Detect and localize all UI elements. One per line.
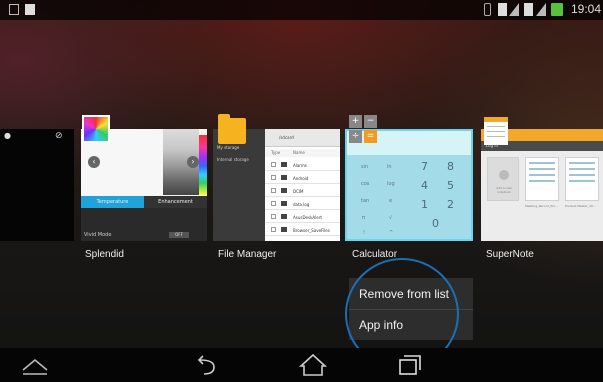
- file-manager-sidebar: My storage Internal storage: [213, 129, 265, 241]
- recent-app-label-calculator: Calculator: [352, 249, 398, 260]
- calculator-app-icon: + − ÷ =: [349, 115, 377, 143]
- folder-icon: [281, 214, 287, 219]
- recent-app-card-file-manager[interactable]: My storage Internal storage /sdcard Type…: [213, 129, 340, 241]
- status-bar: 19:04: [0, 0, 603, 20]
- calculator-keypad: sin ln cos log tan e π √ ! ^ 7 8 4 5 1 2…: [347, 155, 471, 239]
- settings-icon: ⊘: [55, 131, 63, 141]
- folder-icon: [281, 175, 287, 180]
- image-icon: [9, 4, 19, 15]
- shield-icon: ●: [4, 131, 11, 140]
- home-icon[interactable]: [298, 352, 328, 378]
- list-item: Alarms: [265, 159, 340, 171]
- notebook-thumbnail: [525, 157, 559, 201]
- app-info-item[interactable]: App info: [349, 310, 473, 341]
- screenshot-icon: [25, 4, 35, 15]
- navigation-bar: [0, 348, 603, 382]
- back-icon[interactable]: [190, 352, 220, 378]
- path-bar: /sdcard: [265, 129, 340, 147]
- chevron-right-icon: ›: [187, 156, 199, 168]
- recent-app-label-supernote: SuperNote: [486, 249, 534, 260]
- file-icon: [281, 201, 287, 206]
- battery-charging-icon: [551, 3, 563, 16]
- mode-toggle: OFF: [169, 232, 189, 238]
- signal-icon: [509, 3, 519, 16]
- tab-temperature: Temperature: [81, 196, 144, 208]
- column-type: Type: [271, 150, 281, 155]
- recent-app-card-partial[interactable]: ● ⊘: [0, 129, 74, 241]
- notebook-thumbnail: [565, 157, 599, 201]
- splendid-app-icon: [82, 115, 110, 143]
- folder-app-icon: [218, 114, 246, 144]
- column-headers: Type Name: [265, 149, 340, 157]
- tab-enhancement: Enhancement: [158, 199, 193, 205]
- sidebar-item: Internal storage: [217, 157, 249, 162]
- sim-icon: [498, 3, 507, 16]
- signal-icon: [536, 3, 546, 16]
- context-menu: Remove from list App info: [349, 278, 473, 340]
- column-name: Name: [293, 150, 305, 155]
- recent-app-label-splendid: Splendid: [85, 249, 124, 260]
- folder-icon: [281, 227, 287, 232]
- list-item: data.log: [265, 198, 340, 210]
- notebook-title: Product Master_10...: [565, 204, 596, 208]
- list-item: DCIM: [265, 185, 340, 197]
- recent-app-card-supernote[interactable]: Log in Add a new notebook Meeting_Record…: [481, 129, 603, 241]
- chevron-left-icon: ‹: [88, 156, 100, 168]
- list-item: Android: [265, 172, 340, 184]
- mode-label: Vivid Mode: [84, 232, 112, 238]
- vibrate-icon: [484, 3, 491, 16]
- supernote-app-icon: [484, 117, 508, 145]
- splendid-tabs: Temperature Enhancement: [81, 196, 207, 208]
- notebook-title: Meeting_Record_Pro...: [525, 204, 559, 208]
- remove-from-list-item[interactable]: Remove from list: [349, 279, 473, 310]
- sidebar-title: My storage: [217, 145, 240, 150]
- folder-icon: [281, 188, 287, 193]
- clock: 19:04: [570, 2, 601, 16]
- recent-app-card-calculator[interactable]: sin ln cos log tan e π √ ! ^ 7 8 4 5 1 2…: [345, 129, 473, 241]
- add-notebook-tile: Add a new notebook: [487, 157, 519, 201]
- color-spectrum: [199, 135, 207, 195]
- recent-app-label-file-manager: File Manager: [218, 249, 277, 260]
- path: /sdcard: [279, 135, 294, 140]
- list-item: AsusDeskAlert: [265, 211, 340, 223]
- file-list: /sdcard Type Name Alarms Android DCIM da…: [265, 129, 340, 241]
- sim-icon: [524, 3, 533, 16]
- recent-apps-icon[interactable]: [394, 352, 424, 378]
- mode-row: Vivid Mode OFF: [81, 208, 207, 241]
- folder-icon: [281, 162, 287, 167]
- hide-bar-icon[interactable]: [20, 352, 50, 378]
- recent-app-card-splendid[interactable]: ‹ › Temperature Enhancement Vivid Mode O…: [81, 129, 207, 241]
- list-item: Browser_SaveFiles: [265, 224, 340, 236]
